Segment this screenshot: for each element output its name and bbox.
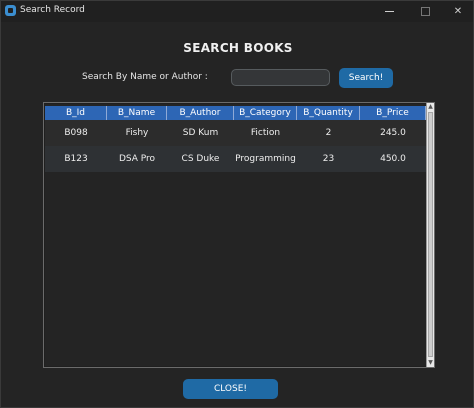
cell-b-price: 450.0: [380, 154, 406, 164]
scroll-down-icon[interactable]: ▼: [427, 359, 434, 367]
cell-b-author: CS Duke: [181, 154, 220, 164]
cell-b-quantity: 23: [322, 154, 335, 164]
search-input[interactable]: [231, 69, 330, 86]
scroll-up-icon[interactable]: ▲: [427, 103, 434, 111]
maximize-button[interactable]: [408, 1, 442, 22]
minimize-button[interactable]: [373, 1, 407, 22]
close-icon: ✕: [453, 6, 463, 17]
column-header-b-author[interactable]: B_Author: [167, 106, 234, 120]
cell-b-name: Fishy: [125, 128, 149, 138]
window-close-button[interactable]: ✕: [441, 1, 474, 22]
page-title: SEARCH BOOKS: [183, 41, 293, 55]
cell-b-price: 245.0: [380, 128, 406, 138]
app-icon: [5, 5, 16, 16]
search-label: Search By Name or Author :: [82, 72, 208, 82]
column-header-b-name[interactable]: B_Name: [107, 106, 167, 120]
column-header-b-category[interactable]: B_Category: [234, 106, 297, 120]
column-header-b-quantity[interactable]: B_Quantity: [297, 106, 360, 120]
results-table: B_Id B_Name B_Author B_Category B_Quanti…: [43, 102, 435, 368]
cell-b-quantity: 2: [325, 128, 332, 138]
cell-b-author: SD Kum: [182, 128, 219, 138]
scrollbar-thumb[interactable]: [428, 112, 433, 357]
table-header: B_Id B_Name B_Author B_Category B_Quanti…: [45, 106, 426, 120]
title-bar: Search Record ✕: [1, 1, 473, 22]
cell-b-category: Fiction: [250, 128, 281, 138]
cell-b-category: Programming: [235, 154, 296, 164]
table-row[interactable]: B123 DSA Pro CS Duke Programming 23 450.…: [45, 146, 426, 172]
window-title: Search Record: [20, 5, 85, 15]
table-body: B_Id B_Name B_Author B_Category B_Quanti…: [45, 104, 426, 366]
cell-b-name: DSA Pro: [118, 154, 156, 164]
search-button[interactable]: Search!: [339, 68, 393, 88]
maximize-icon: [421, 7, 430, 16]
close-button[interactable]: CLOSE!: [183, 379, 278, 399]
cell-b-id: B098: [64, 128, 88, 138]
column-header-b-id[interactable]: B_Id: [45, 106, 107, 120]
minimize-icon: [385, 11, 394, 12]
search-record-window: Search Record ✕ SEARCH BOOKS Search By N…: [0, 0, 474, 408]
vertical-scrollbar[interactable]: ▲ ▼: [426, 103, 434, 367]
cell-b-id: B123: [64, 154, 88, 164]
column-header-b-price[interactable]: B_Price: [360, 106, 426, 120]
table-row[interactable]: B098 Fishy SD Kum Fiction 2 245.0: [45, 120, 426, 146]
